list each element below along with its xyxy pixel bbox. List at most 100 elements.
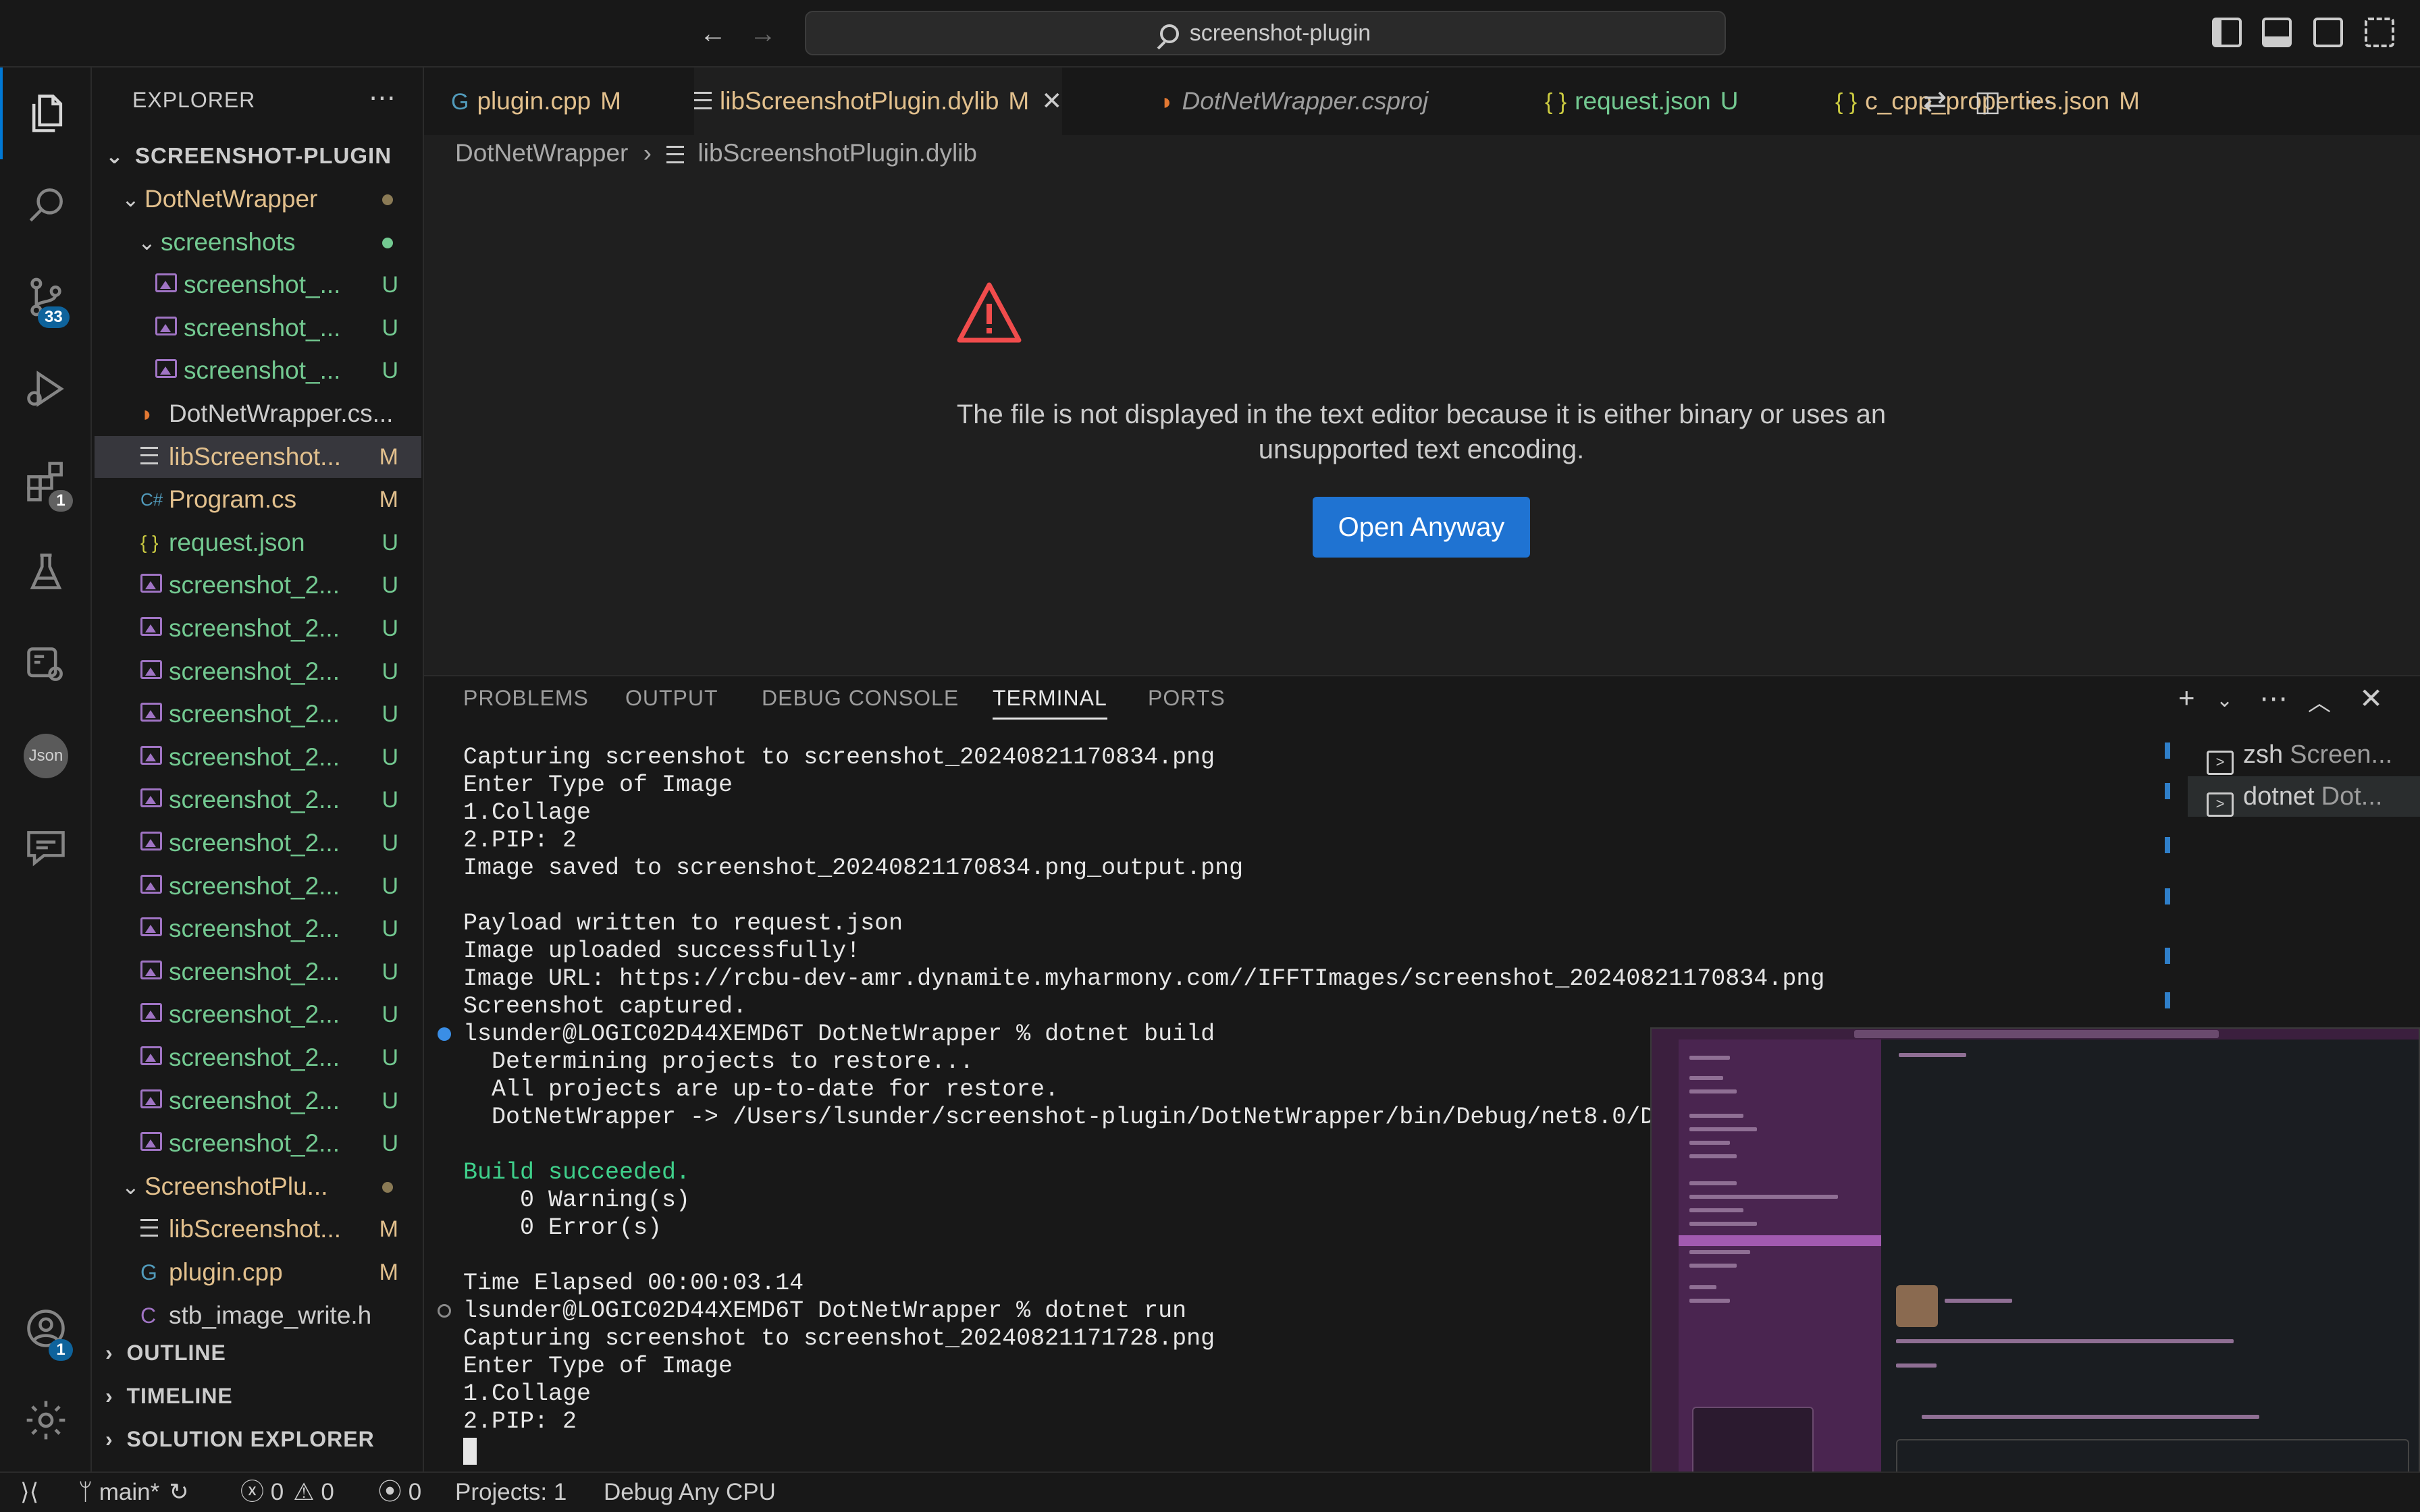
forward-arrow-icon[interactable]: → — [743, 14, 783, 54]
projects-item[interactable]: Projects: 1 — [455, 1473, 567, 1512]
chevron-right-icon: › — [105, 1427, 127, 1451]
tree-item[interactable]: screenshot_2... U — [95, 736, 421, 778]
tree-item[interactable]: C# Program.cs M — [95, 479, 421, 520]
comments-icon[interactable] — [0, 802, 92, 894]
git-status-badge: U — [382, 358, 398, 384]
tree-item[interactable]: screenshot_2... U — [95, 1123, 421, 1164]
customize-layout-icon[interactable] — [2365, 18, 2394, 47]
editor-tab[interactable]: libScreenshotPlugin.dylib M ✕ — [694, 68, 1063, 136]
add-terminal-icon[interactable]: + — [2178, 682, 2195, 714]
editor-tab[interactable]: Gplugin.cpp M — [451, 68, 621, 135]
search-icon[interactable] — [0, 159, 92, 251]
terminal-list-item-zsh[interactable]: > zsh Screen... — [2188, 734, 2420, 775]
tree-item[interactable]: ⌄ screenshots — [95, 221, 421, 263]
file-lines-icon — [694, 68, 712, 136]
panel-tab-terminal[interactable]: TERMINAL — [993, 686, 1107, 720]
problems-item[interactable]: ⓧ 0 ⚠ 0 — [240, 1473, 334, 1512]
chevron-down-icon[interactable]: ⌄ — [2216, 688, 2233, 712]
ports-item[interactable]: ⦿ 0 — [378, 1473, 421, 1512]
tree-item[interactable]: ⌄ DotNetWrapper — [95, 178, 421, 220]
pip-text — [1689, 1181, 1737, 1185]
close-icon[interactable]: ✕ — [1041, 87, 1062, 115]
image-file-icon — [140, 1080, 162, 1122]
tree-item[interactable]: screenshot_2... U — [95, 779, 421, 821]
editor-tab[interactable]: { } request.json U — [1545, 68, 1738, 135]
panel-tab-ports[interactable]: PORTS — [1148, 686, 1226, 711]
panel-tab-debug-console[interactable]: DEBUG CONSOLE — [762, 686, 959, 711]
command-center-search[interactable]: screenshot-plugin — [805, 11, 1726, 55]
breadcrumb: DotNetWrapper › libScreenshotPlugin.dyli… — [455, 139, 977, 167]
tree-item[interactable]: screenshot_2... U — [95, 822, 421, 864]
tree-item[interactable]: screenshot_2... U — [95, 1080, 421, 1122]
tree-item-label: screenshot_2... — [169, 1000, 340, 1029]
tree-item[interactable]: screenshot_2... U — [95, 693, 421, 735]
editor-tab[interactable]: ◗ DotNetWrapper.csproj — [1160, 68, 1428, 135]
files-icon[interactable] — [0, 68, 92, 159]
tree-item[interactable]: screenshot_2... U — [95, 564, 421, 606]
tree-item[interactable]: ◗ DotNetWrapper.cs... — [95, 393, 421, 435]
run-debug-icon[interactable] — [0, 343, 92, 435]
source-control-badge: 33 — [38, 306, 70, 328]
image-file-icon — [155, 350, 177, 392]
build-config-item[interactable]: Debug Any CPU — [604, 1473, 776, 1512]
more-actions-icon[interactable]: ⋯ — [2024, 68, 2053, 135]
pip-text — [1689, 1127, 1757, 1131]
tree-item[interactable]: screenshot_2... U — [95, 651, 421, 693]
pip-avatar — [1896, 1285, 1938, 1327]
back-arrow-icon[interactable]: ← — [693, 14, 733, 54]
toggle-panel-icon[interactable] — [2262, 18, 2292, 47]
scrollbar-marker — [2165, 948, 2170, 964]
breadcrumb-folder[interactable]: DotNetWrapper — [455, 139, 628, 167]
panel-tab-output[interactable]: OUTPUT — [625, 686, 718, 711]
remote-explorer-icon[interactable] — [0, 618, 92, 710]
toggle-primary-sidebar-icon[interactable] — [2212, 18, 2242, 47]
more-actions-icon[interactable]: ⋯ — [369, 82, 396, 113]
image-file-icon — [140, 865, 162, 907]
warning-icon: ⚠ — [293, 1479, 321, 1505]
tree-item[interactable]: Cstb_image_write.h — [95, 1295, 421, 1336]
git-status-badge: U — [382, 315, 398, 341]
tree-item[interactable]: ⌄ ScreenshotPlu... — [95, 1166, 421, 1208]
timeline-section[interactable]: › TIMELINE — [105, 1384, 233, 1409]
scrollbar-marker — [2165, 888, 2170, 905]
maximize-panel-icon[interactable]: ︿ — [2308, 684, 2331, 718]
json-icon[interactable]: Json — [0, 710, 92, 802]
open-anyway-button[interactable]: Open Anyway — [1313, 497, 1530, 558]
tree-item[interactable]: libScreenshot... M — [95, 1208, 421, 1250]
split-editor-icon[interactable]: ◫ — [1974, 68, 2001, 135]
beaker-icon[interactable] — [0, 526, 92, 618]
tree-item[interactable]: screenshot_2... U — [95, 994, 421, 1035]
tree-item[interactable]: screenshot_2... U — [95, 908, 421, 950]
tree-item[interactable]: Gplugin.cpp M — [95, 1251, 421, 1293]
source-control-icon[interactable]: 33 — [0, 251, 92, 343]
gear-icon[interactable] — [0, 1374, 92, 1466]
tree-item[interactable]: libScreenshot... M — [95, 435, 421, 478]
tree-item[interactable]: screenshot_2... U — [95, 951, 421, 993]
command-success-marker — [438, 1027, 451, 1041]
remote-icon[interactable]: ⟩⟨ — [20, 1473, 38, 1512]
more-actions-icon[interactable]: ⋯ — [2259, 682, 2288, 715]
close-panel-icon[interactable]: ✕ — [2359, 682, 2383, 715]
breadcrumb-file[interactable]: libScreenshotPlugin.dylib — [698, 139, 977, 167]
tree-item[interactable]: { } request.json U — [95, 522, 421, 564]
terminal-list-item-dotnet[interactable]: > dotnet Dot... — [2188, 776, 2420, 817]
tree-item[interactable]: screenshot_2... U — [95, 1037, 421, 1079]
tree-item[interactable]: screenshot_... U — [95, 350, 421, 392]
tree-item[interactable]: screenshot_2... U — [95, 865, 421, 907]
tree-item[interactable]: screenshot_... U — [95, 307, 421, 349]
tree-item[interactable]: screenshot_2... U — [95, 608, 421, 649]
account-icon[interactable]: 1 — [0, 1282, 92, 1374]
rss-file-icon: ◗ — [140, 402, 154, 426]
binary-file-notice: The file is not displayed in the text ed… — [956, 400, 1887, 464]
chevron-right-icon: › — [643, 139, 652, 167]
toggle-secondary-sidebar-icon[interactable] — [2313, 18, 2343, 47]
tree-item[interactable]: screenshot_... U — [95, 264, 421, 306]
solution-explorer-section[interactable]: › SOLUTION EXPLORER — [105, 1427, 375, 1452]
extensions-icon[interactable]: 1 — [0, 435, 92, 526]
workspace-root[interactable]: ⌄ SCREENSHOT-PLUGIN — [95, 135, 421, 177]
outline-section[interactable]: › OUTLINE — [105, 1341, 226, 1366]
branch-item[interactable]: ᛘ main* ↻ — [78, 1473, 189, 1512]
panel-tab-problems[interactable]: PROBLEMS — [463, 686, 589, 711]
json-file-icon: { } — [1545, 89, 1567, 115]
compare-changes-icon[interactable]: ⇄ — [1923, 68, 1947, 135]
